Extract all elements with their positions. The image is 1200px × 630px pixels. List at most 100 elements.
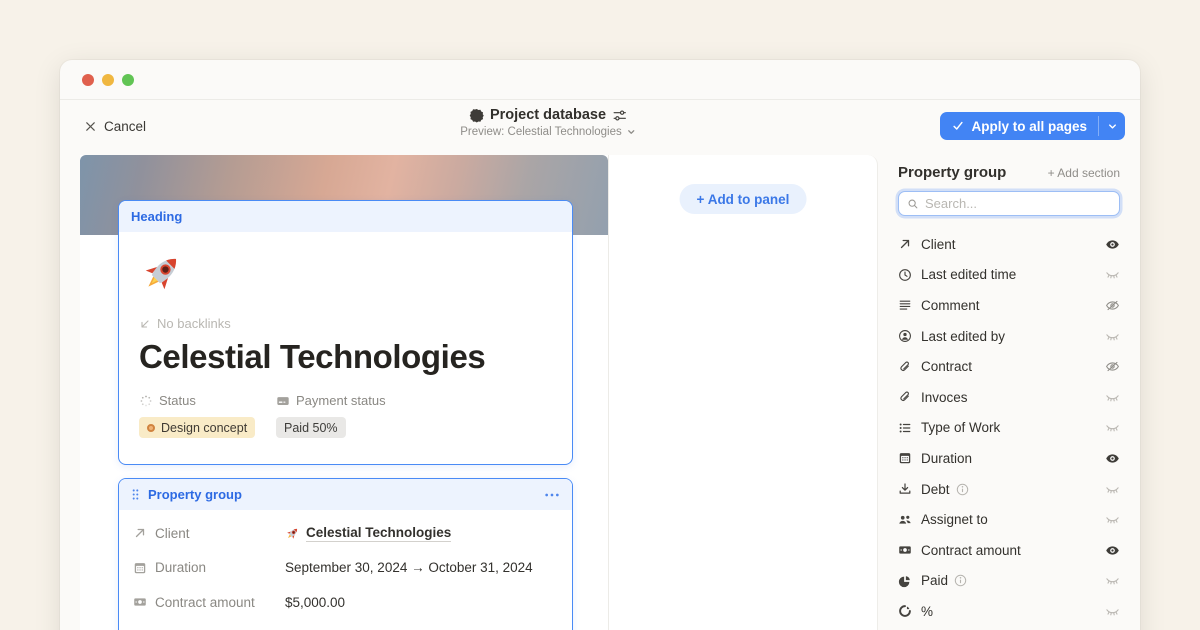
heading-block-header[interactable]: Heading	[119, 201, 572, 232]
title-block: Project database Preview: Celestial Tech…	[460, 107, 636, 138]
sidebar-property-contract[interactable]: Contract	[878, 351, 1140, 382]
cancel-button[interactable]: Cancel	[84, 112, 146, 140]
document-title: Celestial Technologies	[139, 338, 552, 376]
eye-visible-icon[interactable]	[1105, 543, 1120, 558]
download-tray-icon	[898, 482, 912, 496]
sidebar-property-comment[interactable]: Comment	[878, 290, 1140, 321]
check-icon	[952, 120, 964, 132]
page-property-field: StatusDesign concept	[139, 393, 275, 438]
eye-hidden-icon[interactable]	[1105, 298, 1120, 313]
field-label: Payment status	[296, 393, 386, 408]
rocket-page-icon[interactable]	[139, 250, 185, 296]
eye-visible-icon[interactable]	[1105, 451, 1120, 466]
bulleted-list-icon	[898, 421, 912, 435]
property-group-label: Property group	[148, 487, 242, 502]
eye-closed-icon[interactable]	[1105, 390, 1120, 405]
sidebar-property--[interactable]: %	[878, 596, 1140, 627]
heading-block-label: Heading	[131, 209, 182, 224]
sidebar-property-client[interactable]: Client	[878, 229, 1140, 260]
sidebar-property-paid[interactable]: Paid	[878, 566, 1140, 597]
sidebar-property-last-edited-time[interactable]: Last edited time	[878, 260, 1140, 291]
cancel-label: Cancel	[104, 119, 146, 134]
page-preview-canvas: Heading No backlinks Celestial Technolog…	[80, 155, 608, 630]
property-label: Client	[155, 526, 190, 541]
property-name: Contract	[921, 359, 972, 374]
zoom-window-button[interactable]	[122, 74, 134, 86]
status-dot	[147, 424, 155, 432]
property-row[interactable]: ContractEmpty	[133, 620, 558, 630]
apply-options-button[interactable]	[1099, 112, 1125, 140]
property-name: Assignet to	[921, 512, 988, 527]
sidebar-property-type-of-work[interactable]: Type of Work	[878, 413, 1140, 444]
preview-label: Preview: Celestial Technologies	[460, 126, 622, 138]
property-name: Last edited by	[921, 329, 1005, 344]
close-icon	[84, 120, 97, 133]
credit-card-icon	[276, 394, 290, 408]
property-name: Comment	[921, 298, 980, 313]
property-name: Invoces	[921, 390, 968, 405]
eye-closed-icon[interactable]	[1105, 329, 1120, 344]
value-tag: Design concept	[139, 417, 255, 438]
property-value: September 30, 2024 → October 31, 2024	[285, 560, 533, 575]
property-search	[898, 191, 1120, 216]
add-section-button[interactable]: + Add section	[1048, 166, 1120, 180]
eye-closed-icon[interactable]	[1105, 482, 1120, 497]
sidebar-property-contract-amount[interactable]: Contract amount	[878, 535, 1140, 566]
info-icon	[954, 574, 967, 587]
close-window-button[interactable]	[82, 74, 94, 86]
ellipsis-menu-icon[interactable]	[544, 492, 560, 498]
property-name: Client	[921, 237, 956, 252]
drag-handle-icon[interactable]	[131, 488, 140, 501]
sidebar-property-assignet-to[interactable]: Assignet to	[878, 504, 1140, 535]
backlinks-indicator: No backlinks	[139, 316, 552, 331]
banknote-icon	[898, 543, 912, 557]
eye-closed-icon[interactable]	[1105, 420, 1120, 435]
property-row[interactable]: Client Celestial Technologies	[133, 516, 558, 551]
property-name: Duration	[921, 451, 972, 466]
property-row[interactable]: Contract amount$5,000.00	[133, 585, 558, 620]
sidebar-property-last-edited-by[interactable]: Last edited by	[878, 321, 1140, 352]
eye-closed-icon[interactable]	[1105, 573, 1120, 588]
pie-partial-icon	[898, 604, 912, 618]
apply-label: Apply to all pages	[971, 119, 1087, 134]
eye-hidden-icon[interactable]	[1105, 359, 1120, 374]
search-input[interactable]	[925, 196, 1111, 211]
database-template-editor-window: Cancel Project database Preview: Celesti…	[60, 60, 1140, 630]
property-group-sidebar: Property group + Add section ClientLast …	[878, 155, 1140, 630]
preview-selector[interactable]: Preview: Celestial Technologies	[460, 126, 636, 138]
side-panel-canvas: + Add to panel	[608, 155, 878, 630]
eye-closed-icon[interactable]	[1105, 604, 1120, 619]
eye-closed-icon[interactable]	[1105, 267, 1120, 282]
heading-block[interactable]: Heading No backlinks Celestial Technolog…	[118, 200, 573, 465]
rocket-icon	[285, 526, 300, 541]
search-icon	[907, 198, 919, 210]
calendar-icon	[133, 561, 147, 575]
eye-visible-icon[interactable]	[1105, 237, 1120, 252]
arrow-up-right-icon	[133, 526, 147, 540]
sidebar-property-debt[interactable]: Debt	[878, 474, 1140, 505]
property-row[interactable]: Duration September 30, 2024 → October 31,…	[133, 551, 558, 586]
minimize-window-button[interactable]	[102, 74, 114, 86]
property-group-header[interactable]: Property group	[119, 479, 572, 510]
apply-to-all-pages-button[interactable]: Apply to all pages	[940, 112, 1098, 140]
property-group-block[interactable]: Property group Client Celestial Technolog…	[118, 478, 573, 630]
value-tag: Paid 50%	[276, 417, 346, 438]
eye-closed-icon[interactable]	[1105, 512, 1120, 527]
property-label: Duration	[155, 560, 206, 575]
banknote-icon	[133, 595, 147, 609]
arrow-down-left-icon	[139, 318, 151, 330]
clock-icon	[898, 268, 912, 282]
traffic-lights	[82, 74, 134, 86]
editor-content: Heading No backlinks Celestial Technolog…	[60, 155, 1140, 630]
backlinks-label: No backlinks	[157, 316, 231, 331]
status-spinner-icon	[139, 394, 153, 408]
badge-check-icon	[469, 108, 484, 123]
property-group-rows: Client Celestial Technologies Duration Sept…	[119, 510, 572, 630]
people-icon	[898, 513, 912, 527]
property-name: Type of Work	[921, 420, 1000, 435]
add-to-panel-button[interactable]: + Add to panel	[680, 184, 807, 214]
property-value[interactable]: Celestial Technologies	[285, 525, 451, 542]
sidebar-property-duration[interactable]: Duration	[878, 443, 1140, 474]
sidebar-property-invoces[interactable]: Invoces	[878, 382, 1140, 413]
sliders-icon[interactable]	[612, 108, 627, 123]
